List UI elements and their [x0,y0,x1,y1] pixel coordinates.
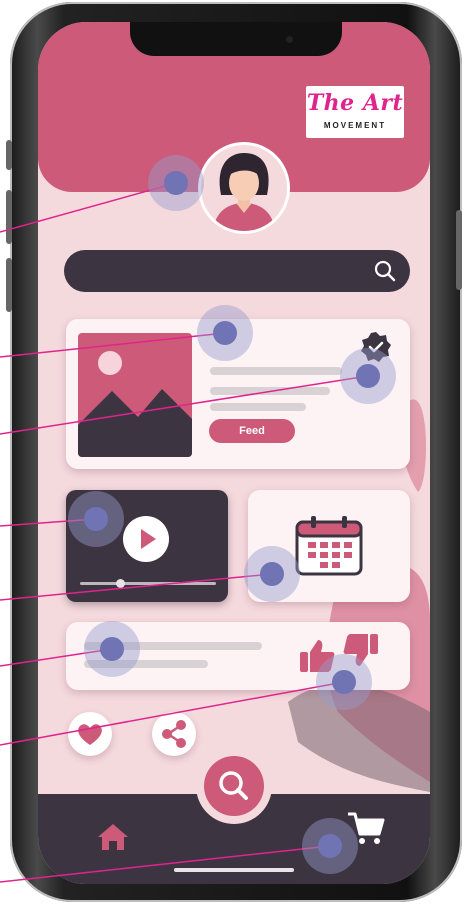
hotspot-marker [302,818,358,874]
callout-lines [0,182,369,883]
hotspot-marker [148,155,204,211]
hotspot-marker [316,654,372,710]
hotspot-marker [68,491,124,547]
hotspot-marker [244,546,300,602]
hotspot-marker [84,621,140,677]
hotspot-marker [197,305,253,361]
hotspot-marker [340,348,396,404]
